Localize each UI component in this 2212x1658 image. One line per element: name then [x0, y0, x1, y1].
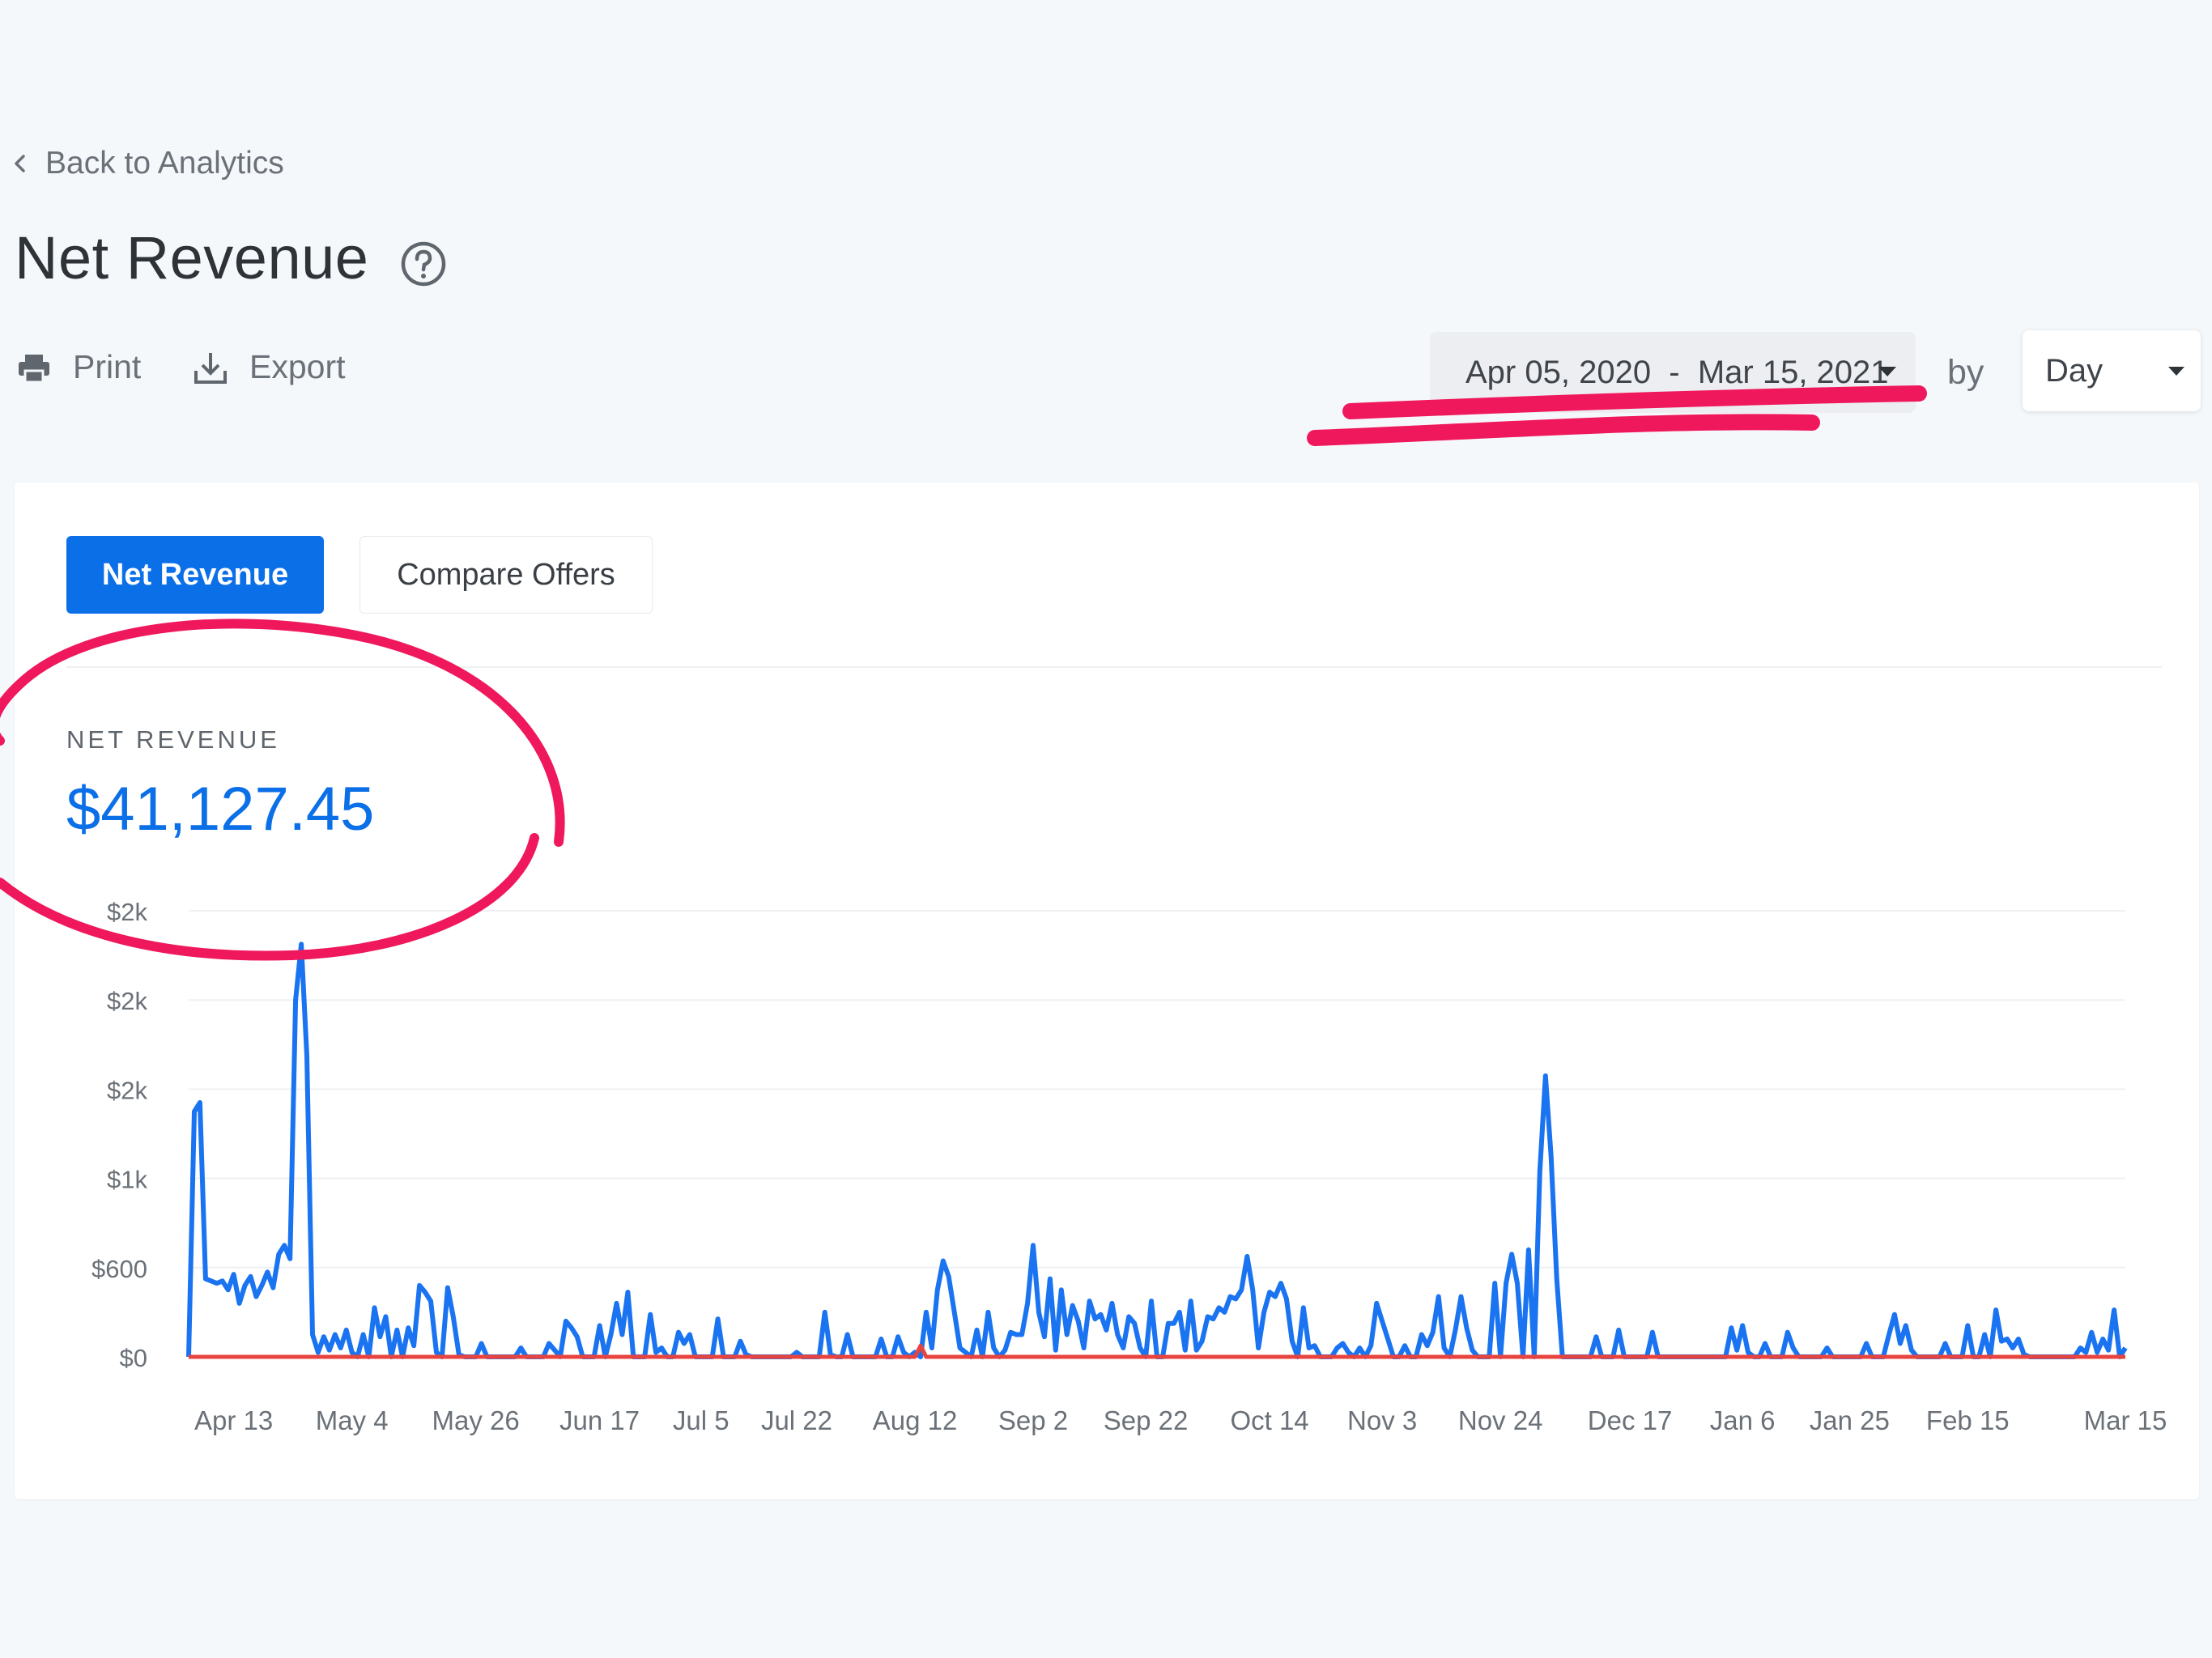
x-tick-label: Oct 14	[1230, 1405, 1308, 1435]
y-tick-label: $600	[91, 1255, 147, 1283]
x-tick-label: Sep 2	[998, 1405, 1068, 1435]
x-tick-label: Nov 24	[1458, 1405, 1543, 1435]
x-tick-label: Feb 15	[1926, 1405, 2010, 1435]
x-tick-label: Apr 13	[194, 1405, 273, 1435]
y-tick-label: $1k	[107, 1166, 147, 1194]
y-tick-label: $2k	[107, 1076, 147, 1104]
revenue-series-line	[186, 942, 2128, 1359]
y-tick-label: $0	[120, 1344, 147, 1372]
x-tick-label: Mar 15	[2084, 1405, 2167, 1435]
y-tick-label: $2k	[107, 898, 147, 926]
x-tick-label: Jul 22	[761, 1405, 832, 1435]
page: Back to Analytics Net Revenue Print Expo…	[0, 0, 2212, 1658]
x-tick-label: Dec 17	[1588, 1405, 1673, 1435]
x-tick-label: Aug 12	[873, 1405, 958, 1435]
x-tick-label: May 4	[316, 1405, 389, 1435]
x-tick-label: Jun 17	[559, 1405, 640, 1435]
x-tick-label: Jan 6	[1710, 1405, 1776, 1435]
x-tick-label: Sep 22	[1104, 1405, 1189, 1435]
x-tick-label: Jan 25	[1810, 1405, 1890, 1435]
x-tick-label: Nov 3	[1347, 1405, 1417, 1435]
y-tick-label: $2k	[107, 987, 147, 1015]
x-tick-label: Jul 5	[673, 1405, 730, 1435]
net-revenue-line-chart: $0 $600 $1k $2k $2k $2k Apr 13 May 4 May 26 Jun 1…	[91, 898, 2167, 1435]
x-tick-label: May 26	[432, 1405, 520, 1435]
